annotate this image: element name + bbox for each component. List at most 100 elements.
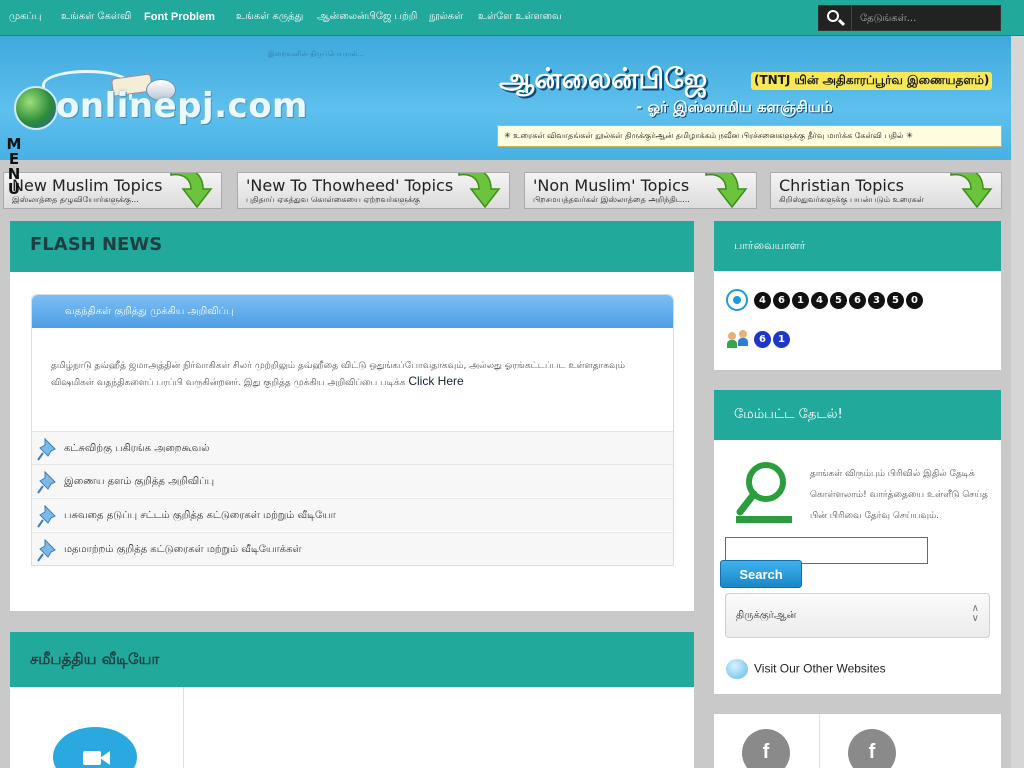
news-box-title: வதந்திகள் குறித்து முக்கிய அறிவிப்பு	[65, 306, 234, 317]
topic-non-muslim[interactable]: 'Non Muslim' Topics பிறசமயத்தவர்கள் இஸ்ல…	[524, 172, 757, 209]
header-categories-strip: ✳ உரைகள் விவாதங்கள் நூல்கள் திருக்குர்ஆன…	[497, 125, 1002, 147]
counter-digit: 6	[754, 331, 771, 348]
online-counter: 61	[726, 329, 792, 350]
other-websites-link[interactable]: Visit Our Other Websites	[726, 658, 886, 679]
news-item-label: பசுவதை தடுப்பு சட்டம் குறித்த கட்டுரைகள்…	[64, 510, 336, 521]
facebook-icon[interactable]: f	[848, 729, 896, 768]
news-list-item[interactable]: பசுவதை தடுப்பு சட்டம் குறித்த கட்டுரைகள்…	[32, 498, 673, 531]
page-scrollbar[interactable]	[1011, 36, 1024, 768]
menu-label: MENU	[6, 135, 22, 198]
header-small-tagline: இறைவனின் திருப்பெயரால்...	[268, 50, 365, 58]
news-box: வதந்திகள் குறித்து முக்கிய அறிவிப்பு தமி…	[31, 294, 674, 566]
search-icon[interactable]	[819, 6, 852, 30]
topic-subtitle: பிறசமயத்தவர்கள் இஸ்லாத்தை அறிந்திட...	[533, 195, 690, 204]
news-box-title-bar: வதந்திகள் குறித்து முக்கிய அறிவிப்பு	[32, 295, 673, 328]
site-title: ஆன்லைன்பிஜே	[499, 62, 708, 95]
counter-digit: 6	[849, 291, 866, 309]
green-arrow-icon	[950, 173, 993, 208]
news-item-label: மதமாற்றம் குறித்த கட்டுரைகள் மற்றும் வீட…	[64, 544, 302, 555]
nav-item-your-question[interactable]: உங்கள் கேள்வி	[61, 11, 131, 23]
news-body: தமிழ்நாடு தவ்ஹீத் ஜமாஅத்தின் நிர்வாகிகள்…	[51, 359, 651, 391]
counter-digit: 1	[792, 291, 809, 309]
recent-videos-panel: சமீபத்திய வீடியோ	[10, 632, 694, 768]
counter-digit: 1	[773, 331, 790, 348]
counter-digit: 4	[811, 291, 828, 309]
nav-item-books[interactable]: நூல்கள்	[429, 11, 463, 23]
counter-digit: 0	[906, 291, 923, 309]
video-camera-icon[interactable]	[53, 727, 137, 768]
click-here-link[interactable]: Click Here	[408, 374, 463, 388]
visitors-panel: பார்வையாளர் 461456350 61	[714, 221, 1001, 370]
recent-videos-header: சமீபத்திய வீடியோ	[10, 632, 694, 687]
site-logo[interactable]: onlinepj.com	[12, 70, 308, 164]
search-button[interactable]: Search	[720, 560, 802, 588]
people-icon	[726, 329, 750, 350]
menu-toggle[interactable]: MENU	[5, 137, 23, 197]
recent-videos-heading: சமீபத்திய வீடியோ	[30, 650, 160, 668]
news-body-text: தமிழ்நாடு தவ்ஹீத் ஜமாஅத்தின் நிர்வாகிகள்…	[51, 361, 625, 388]
magnifier-icon	[736, 462, 792, 523]
topic-title: Christian Topics	[779, 176, 904, 195]
nav-item-font-problem[interactable]: Font Problem	[144, 11, 215, 23]
news-item-label: இணைய தளம் குறித்த அறிவிப்பு	[64, 476, 215, 487]
pushpin-icon	[37, 470, 56, 494]
category-select[interactable]: திருக்குர்ஆன் ∧ ∨	[725, 593, 990, 638]
globe-icon	[14, 86, 58, 130]
top-search-input[interactable]	[853, 6, 999, 30]
topic-subtitle: இஸ்லாத்தை தழுவியோர்களுக்கு...	[12, 195, 139, 204]
nav-item-home[interactable]: முகப்பு	[9, 11, 41, 23]
green-arrow-icon	[170, 173, 213, 208]
counter-digit: 5	[830, 291, 847, 309]
site-subtitle: - ஓர் இஸ்லாமிய களஞ்சியம்	[636, 98, 833, 116]
topic-subtitle: கிறிஸ்துவர்களுக்கு பயன்படும் உரைகள்	[779, 195, 924, 204]
eye-icon	[726, 289, 748, 311]
top-navigation-bar: முகப்பு உங்கள் கேள்வி Font Problem உங்கள…	[0, 0, 1024, 36]
social-panel: f f	[714, 714, 1001, 768]
pushpin-icon	[37, 437, 56, 461]
green-arrow-icon	[458, 173, 501, 208]
counter-digit: 5	[887, 291, 904, 309]
counter-digit: 4	[754, 291, 771, 309]
topic-title: New Muslim Topics	[12, 176, 163, 195]
topic-new-to-thowheed[interactable]: 'New To Thowheed' Topics புதிதாய் ஏகத்து…	[237, 172, 510, 209]
news-list-item[interactable]: இணைய தளம் குறித்த அறிவிப்பு	[32, 464, 673, 497]
topic-title: 'Non Muslim' Topics	[533, 176, 690, 195]
topic-title: 'New To Thowheed' Topics	[246, 176, 454, 195]
divider	[819, 714, 820, 768]
counter-digit: 3	[868, 291, 885, 309]
topic-new-muslim[interactable]: New Muslim Topics இஸ்லாத்தை தழுவியோர்களு…	[3, 172, 222, 209]
visitors-header: பார்வையாளர்	[714, 221, 1001, 271]
visitors-heading: பார்வையாளர்	[734, 239, 806, 252]
nav-item-contents[interactable]: உள்ளே உள்ளவை	[478, 11, 562, 23]
flash-news-panel: FLASH NEWS வதந்திகள் குறித்து முக்கிய அற…	[10, 221, 694, 611]
category-select-value: திருக்குர்ஆன்	[736, 610, 797, 621]
topic-subtitle: புதிதாய் ஏகத்துவ கொள்கையை ஏற்றவர்களுக்கு	[246, 195, 420, 204]
news-list-item[interactable]: மதமாற்றம் குறித்த கட்டுரைகள் மற்றும் வீட…	[32, 532, 673, 565]
top-search-box	[818, 5, 1001, 31]
advanced-search-header: மேம்பட்ட தேடல்!	[714, 390, 1001, 440]
topics-band: New Muslim Topics இஸ்லாத்தை தழுவியோர்களு…	[0, 160, 1011, 218]
chat-bubble-icon	[726, 658, 748, 679]
other-websites-label: Visit Our Other Websites	[754, 661, 886, 676]
pushpin-icon	[37, 538, 56, 562]
flash-news-header: FLASH NEWS	[10, 221, 694, 272]
select-arrows-icon: ∧ ∨	[971, 603, 979, 624]
site-title-badge: (TNTJ யின் அதிகாரப்பூர்வ இணையதளம்)	[751, 72, 993, 90]
divider	[183, 687, 184, 768]
advanced-search-description: தாங்கள் விரும்பும் பிரிவில் இதில் தேடிக்…	[810, 469, 988, 521]
site-header: இறைவனின் திருப்பெயரால்... onlinepj.com ஆ…	[0, 36, 1011, 160]
topic-christian[interactable]: Christian Topics கிறிஸ்துவர்களுக்கு பயன்…	[770, 172, 1002, 209]
green-arrow-icon	[705, 173, 748, 208]
news-list-item[interactable]: கட்சுவிற்கு பகிரங்க அறைகூவல்	[32, 431, 673, 464]
visitor-counter: 461456350	[726, 289, 925, 311]
nav-item-your-opinion[interactable]: உங்கள் கருத்து	[236, 11, 303, 23]
logo-text: onlinepj.com	[56, 86, 308, 126]
counter-digit: 6	[773, 291, 790, 309]
advanced-search-panel: மேம்பட்ட தேடல்! தாங்கள் விரும்பும் பிரிவ…	[714, 390, 1001, 694]
advanced-search-heading: மேம்பட்ட தேடல்!	[734, 407, 843, 422]
facebook-icon[interactable]: f	[742, 729, 790, 768]
flash-news-heading: FLASH NEWS	[30, 234, 163, 255]
nav-item-about[interactable]: ஆன்லைன்பிஜே பற்றி	[317, 11, 417, 23]
pushpin-icon	[37, 504, 56, 528]
news-item-label: கட்சுவிற்கு பகிரங்க அறைகூவல்	[64, 443, 210, 454]
